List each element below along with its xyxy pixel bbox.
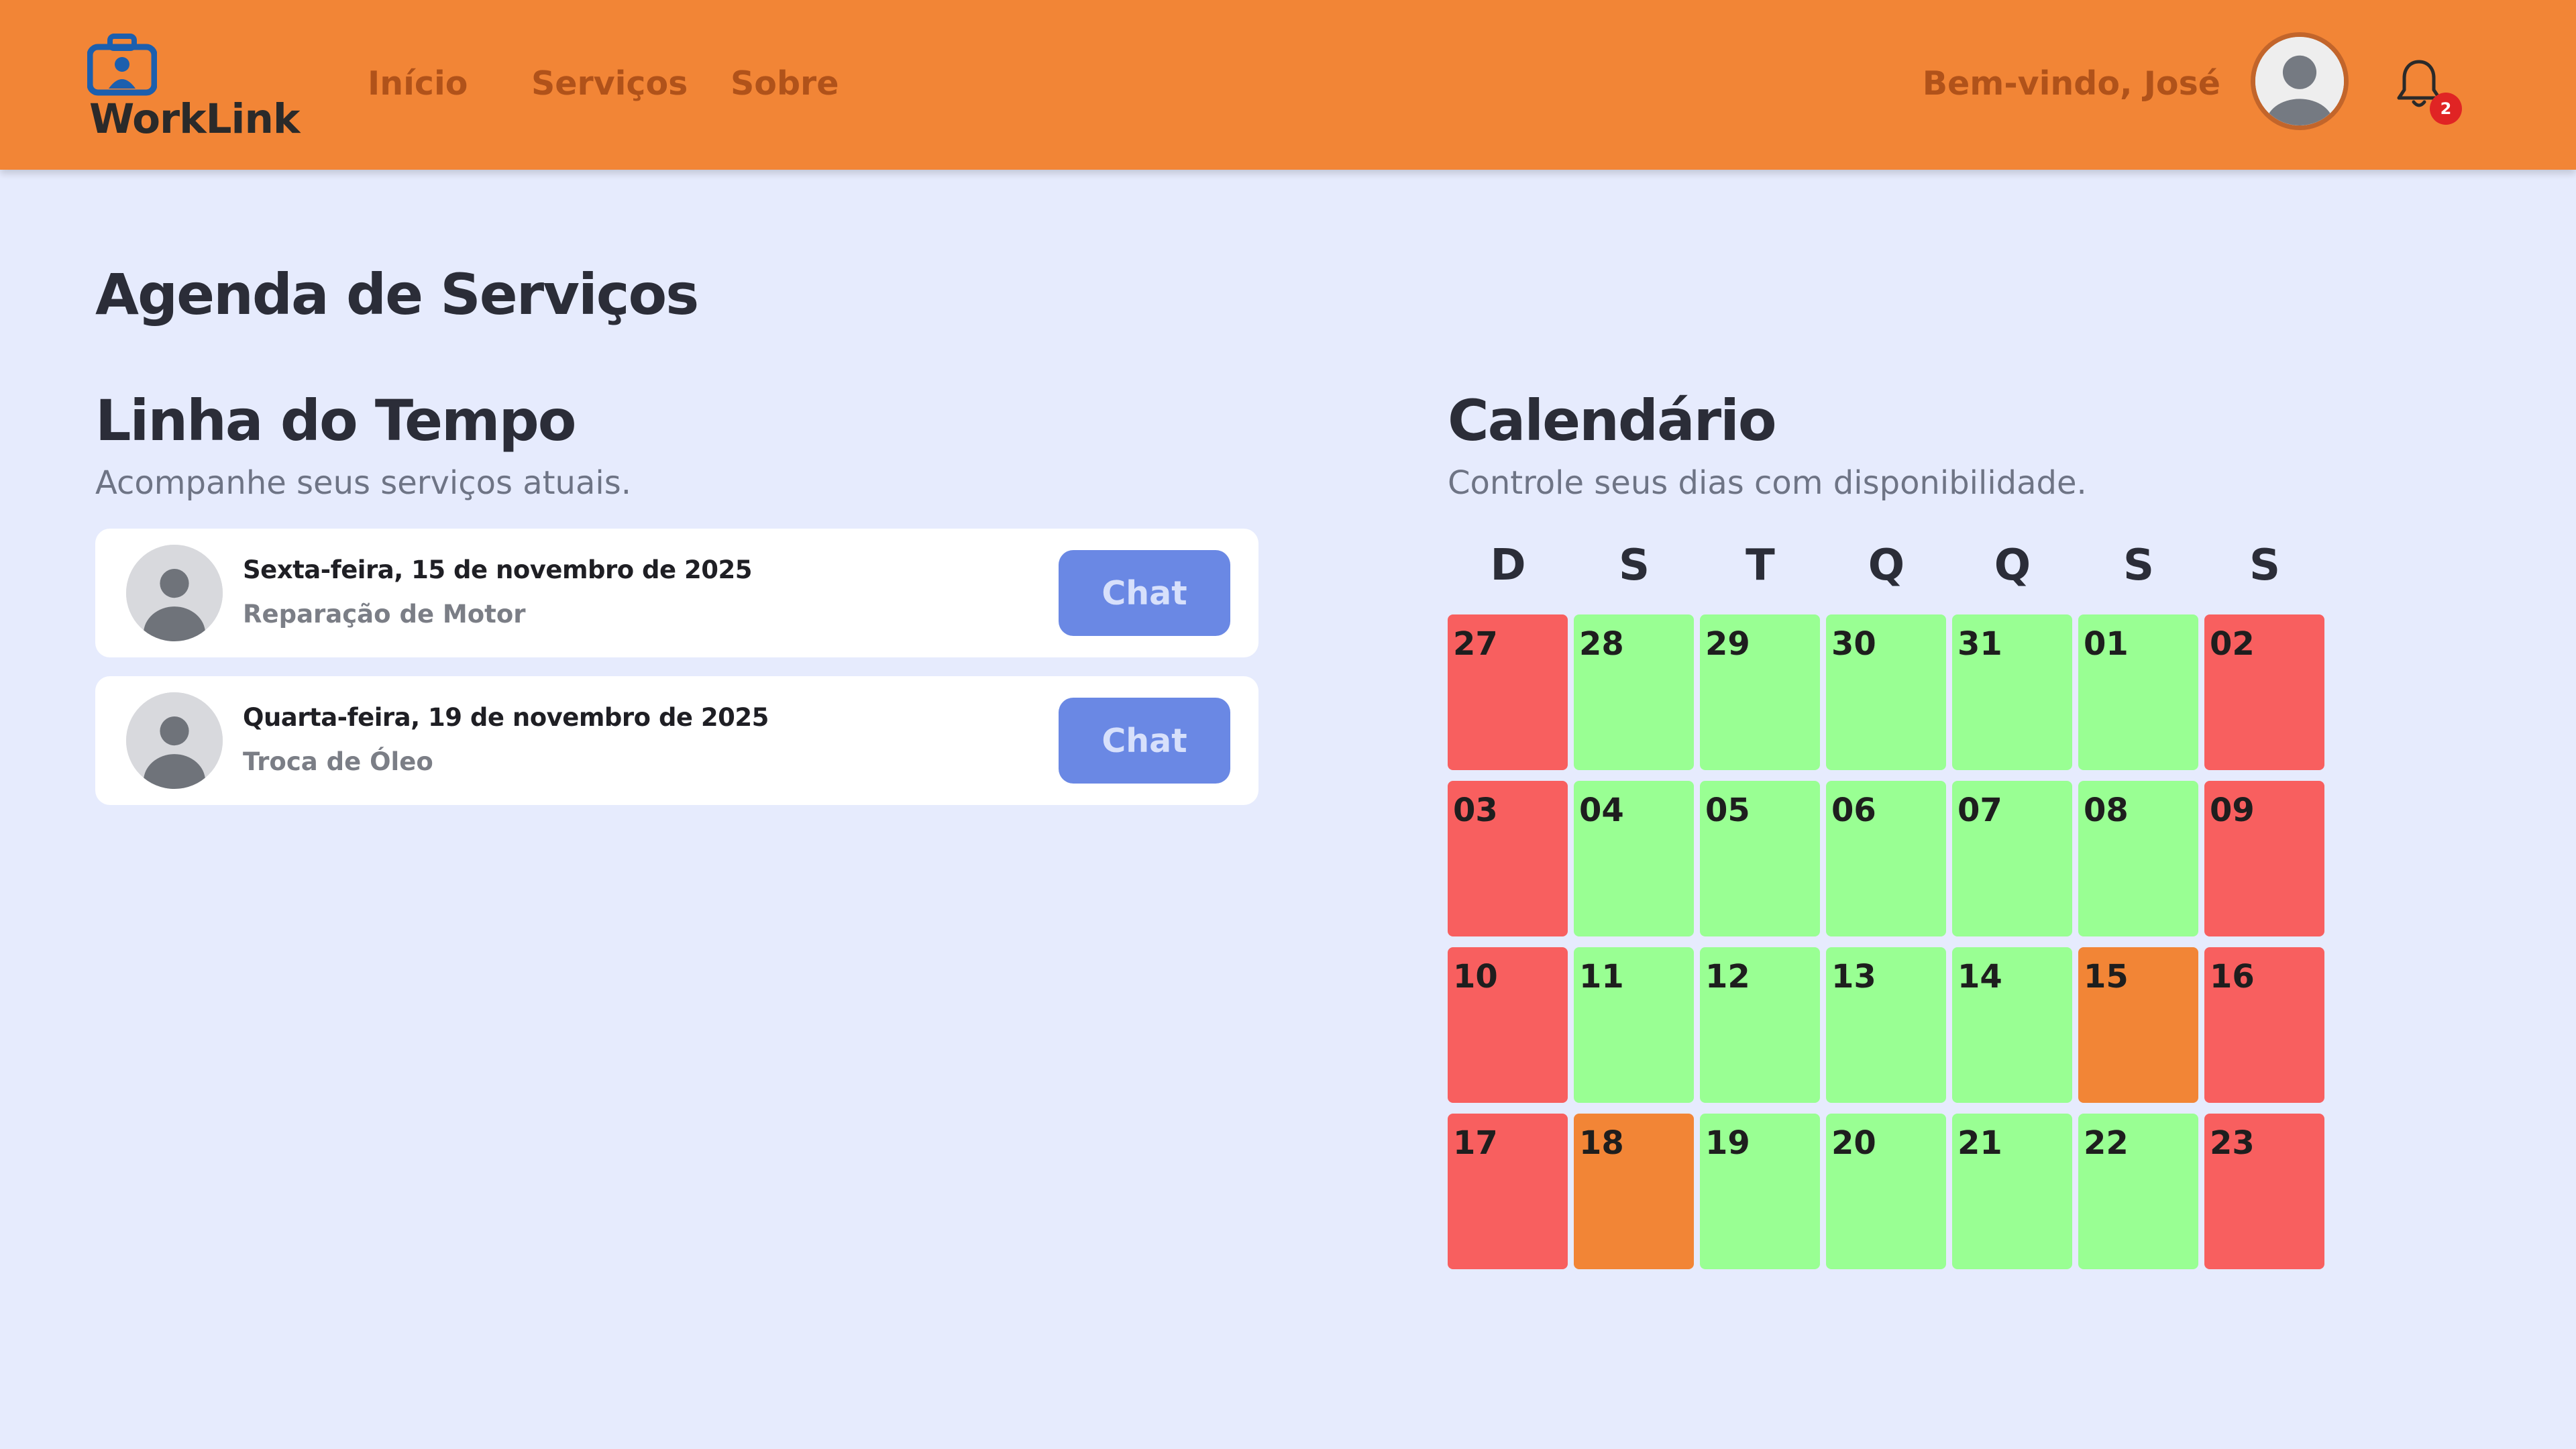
day-number: 29 — [1705, 625, 1750, 663]
weekday-header: Q — [1868, 541, 1905, 590]
timeline-card: Sexta-feira, 15 de novembro de 2025 Repa… — [95, 529, 1258, 657]
calendar-day-available[interactable]: 20 — [1826, 1114, 1946, 1269]
day-number: 09 — [2210, 792, 2255, 829]
day-number: 08 — [2084, 792, 2129, 829]
day-number: 22 — [2084, 1124, 2129, 1162]
page-title: Agenda de Serviços — [95, 262, 699, 327]
calendar-day-available[interactable]: 06 — [1826, 781, 1946, 936]
app-name: WorkLink — [89, 95, 300, 143]
day-number: 01 — [2084, 625, 2129, 663]
briefcase-icon — [87, 34, 157, 96]
weekday-header: Q — [1994, 541, 2031, 590]
weekday-header: T — [1746, 541, 1775, 590]
weekday-header: D — [1490, 541, 1526, 590]
calendar-day-unavailable[interactable]: 17 — [1448, 1114, 1568, 1269]
calendar-day-available[interactable]: 14 — [1952, 947, 2072, 1103]
day-number: 18 — [1579, 1124, 1624, 1162]
calendar-day-unavailable[interactable]: 27 — [1448, 614, 1568, 770]
notification-count-badge: 2 — [2430, 93, 2462, 125]
calendar-day-available[interactable]: 19 — [1700, 1114, 1820, 1269]
day-number: 15 — [2084, 958, 2129, 996]
calendar-day-available[interactable]: 30 — [1826, 614, 1946, 770]
service-date: Sexta-feira, 15 de novembro de 2025 — [243, 555, 752, 584]
day-number: 02 — [2210, 625, 2255, 663]
calendar-day-available[interactable]: 22 — [2078, 1114, 2198, 1269]
day-number: 31 — [1957, 625, 2002, 663]
day-number: 19 — [1705, 1124, 1750, 1162]
timeline-card: Quarta-feira, 19 de novembro de 2025 Tro… — [95, 676, 1258, 805]
calendar-day-available[interactable]: 11 — [1574, 947, 1694, 1103]
day-number: 20 — [1831, 1124, 1876, 1162]
welcome-message: Bem-vindo, José — [1922, 64, 2220, 103]
calendar-day-unavailable[interactable]: 10 — [1448, 947, 1568, 1103]
app-logo[interactable]: WorkLink — [87, 34, 300, 148]
day-number: 07 — [1957, 792, 2002, 829]
calendar-subtitle: Controle seus dias com disponibilidade. — [1448, 464, 2087, 502]
calendar-day-booked[interactable]: 18 — [1574, 1114, 1694, 1269]
calendar-day-available[interactable]: 28 — [1574, 614, 1694, 770]
service-date: Quarta-feira, 19 de novembro de 2025 — [243, 703, 769, 732]
day-number: 04 — [1579, 792, 1624, 829]
day-number: 28 — [1579, 625, 1624, 663]
calendar-day-booked[interactable]: 15 — [2078, 947, 2198, 1103]
calendar-day-available[interactable]: 04 — [1574, 781, 1694, 936]
person-icon — [126, 692, 223, 789]
calendar-title: Calendário — [1448, 388, 1777, 453]
calendar-day-available[interactable]: 21 — [1952, 1114, 2072, 1269]
timeline-subtitle: Acompanhe seus serviços atuais. — [95, 464, 631, 502]
day-number: 05 — [1705, 792, 1750, 829]
day-number: 06 — [1831, 792, 1876, 829]
day-number: 12 — [1705, 958, 1750, 996]
nav-link-servicos[interactable]: Serviços — [531, 64, 688, 103]
person-icon — [126, 545, 223, 641]
calendar-day-available[interactable]: 07 — [1952, 781, 2072, 936]
day-number: 16 — [2210, 958, 2255, 996]
calendar-day-available[interactable]: 01 — [2078, 614, 2198, 770]
day-number: 30 — [1831, 625, 1876, 663]
calendar-day-available[interactable]: 13 — [1826, 947, 1946, 1103]
weekday-header: S — [1618, 541, 1650, 590]
day-number: 23 — [2210, 1124, 2255, 1162]
weekday-header: S — [2123, 541, 2155, 590]
day-number: 03 — [1453, 792, 1498, 829]
calendar-day-available[interactable]: 29 — [1700, 614, 1820, 770]
day-number: 17 — [1453, 1124, 1498, 1162]
calendar-day-unavailable[interactable]: 09 — [2204, 781, 2324, 936]
calendar-day-unavailable[interactable]: 03 — [1448, 781, 1568, 936]
nav-link-sobre[interactable]: Sobre — [731, 64, 839, 103]
user-avatar-icon — [2255, 37, 2344, 125]
calendar-day-available[interactable]: 05 — [1700, 781, 1820, 936]
day-number: 27 — [1453, 625, 1498, 663]
calendar-day-available[interactable]: 31 — [1952, 614, 2072, 770]
service-name: Troca de Óleo — [243, 747, 433, 776]
calendar-day-unavailable[interactable]: 23 — [2204, 1114, 2324, 1269]
day-number: 21 — [1957, 1124, 2002, 1162]
top-navbar: WorkLink Início Serviços Sobre Bem-vindo… — [0, 0, 2576, 170]
calendar-day-available[interactable]: 12 — [1700, 947, 1820, 1103]
user-avatar[interactable] — [2251, 32, 2349, 130]
client-avatar — [126, 545, 223, 641]
chat-button[interactable]: Chat — [1059, 550, 1230, 636]
chat-button[interactable]: Chat — [1059, 698, 1230, 784]
timeline-title: Linha do Tempo — [95, 388, 576, 453]
client-avatar — [126, 692, 223, 789]
day-number: 13 — [1831, 958, 1876, 996]
weekday-header: S — [2249, 541, 2281, 590]
day-number: 11 — [1579, 958, 1624, 996]
service-name: Reparação de Motor — [243, 600, 526, 629]
calendar-day-available[interactable]: 08 — [2078, 781, 2198, 936]
calendar-day-unavailable[interactable]: 02 — [2204, 614, 2324, 770]
day-number: 14 — [1957, 958, 2002, 996]
calendar-day-unavailable[interactable]: 16 — [2204, 947, 2324, 1103]
day-number: 10 — [1453, 958, 1498, 996]
nav-link-inicio[interactable]: Início — [368, 64, 468, 103]
